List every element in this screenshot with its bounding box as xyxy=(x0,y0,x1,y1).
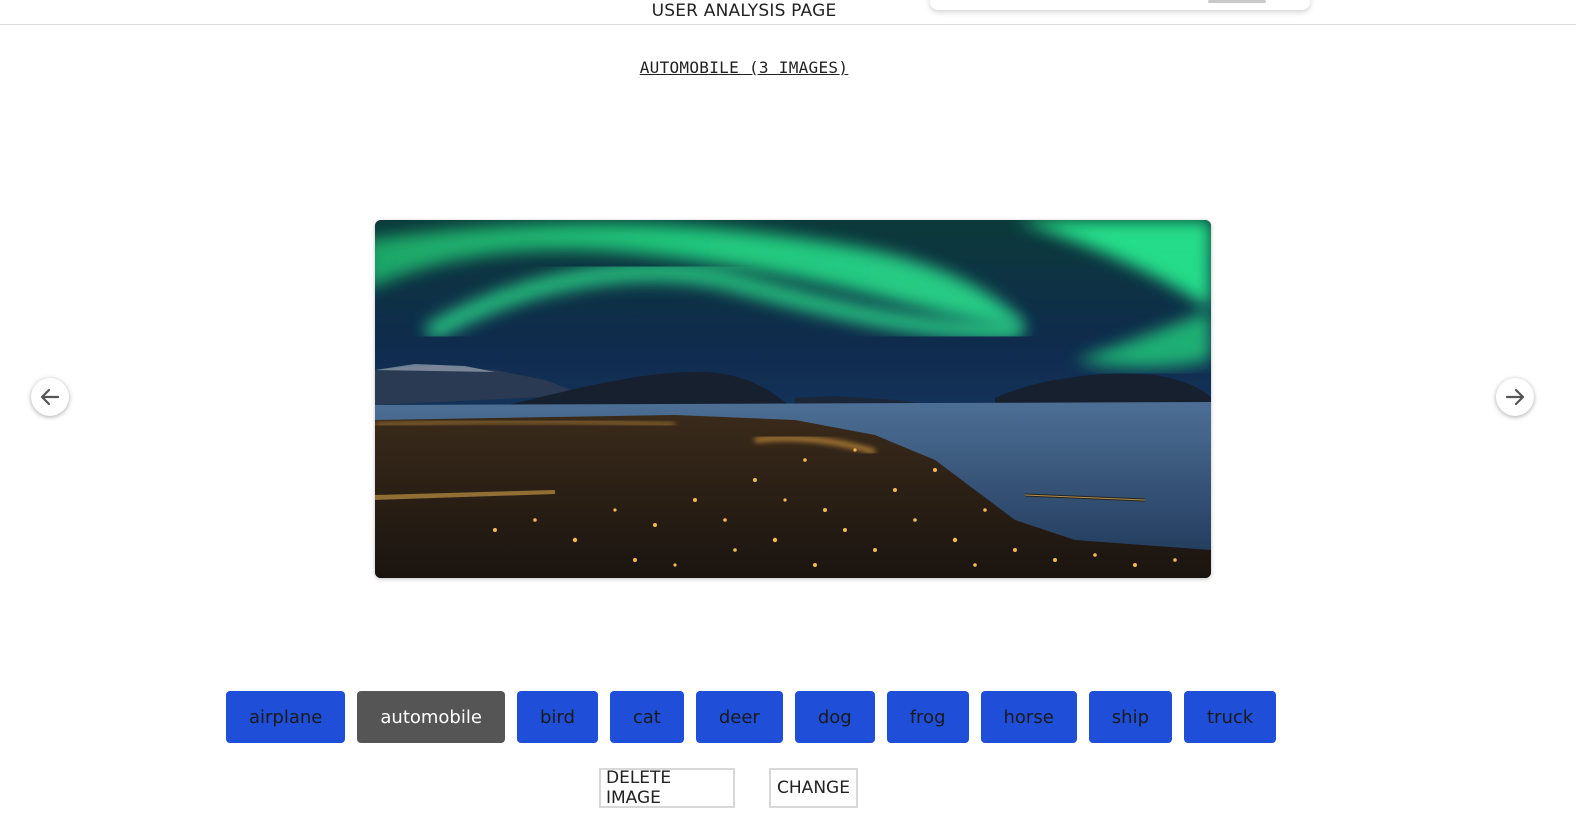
change-button[interactable]: CHANGE xyxy=(769,768,858,808)
label-button-ship[interactable]: ship xyxy=(1088,691,1172,743)
label-button-deer[interactable]: deer xyxy=(695,691,783,743)
label-button-bird[interactable]: bird xyxy=(516,691,598,743)
arrow-right-icon xyxy=(1505,388,1525,406)
previous-image-button[interactable] xyxy=(31,378,69,416)
label-button-row: airplane automobile bird cat deer dog fr… xyxy=(226,691,1277,743)
next-image-button[interactable] xyxy=(1496,378,1534,416)
category-heading[interactable]: AUTOMOBILE (3 IMAGES) xyxy=(0,58,1488,77)
aurora-city-photo xyxy=(375,220,1211,578)
popover-handle[interactable] xyxy=(1208,0,1266,3)
label-button-cat[interactable]: cat xyxy=(609,691,684,743)
label-button-frog[interactable]: frog xyxy=(886,691,969,743)
label-button-airplane[interactable]: airplane xyxy=(226,691,346,743)
gallery-image xyxy=(375,220,1211,578)
top-bar: USER ANALYSIS PAGE xyxy=(0,0,1576,25)
label-button-dog[interactable]: dog xyxy=(794,691,875,743)
arrow-left-icon xyxy=(40,388,60,406)
dropdown-popover xyxy=(930,0,1310,10)
label-button-horse[interactable]: horse xyxy=(980,691,1077,743)
label-button-truck[interactable]: truck xyxy=(1184,691,1277,743)
label-button-automobile[interactable]: automobile xyxy=(357,691,505,743)
delete-image-button[interactable]: DELETE IMAGE xyxy=(599,768,735,808)
